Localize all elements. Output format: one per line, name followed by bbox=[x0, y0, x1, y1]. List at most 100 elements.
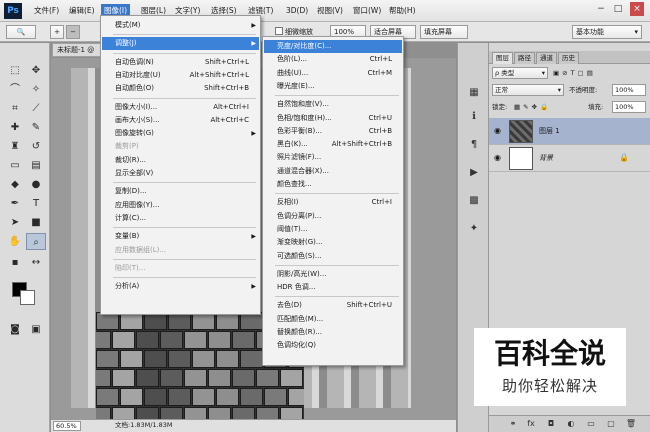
link-layers-icon[interactable]: ⚭ bbox=[507, 418, 519, 430]
menu-item[interactable]: 颜色查找... bbox=[264, 178, 402, 191]
menu-item[interactable]: 渐变映射(G)... bbox=[264, 236, 402, 249]
zoom-tool-icon[interactable]: ⌕ bbox=[26, 233, 46, 250]
dodge-tool-icon[interactable]: ● bbox=[26, 176, 46, 193]
new-layer-icon[interactable]: ▢ bbox=[605, 418, 617, 430]
menu-item[interactable]: 图像大小(I)... Alt+Ctrl+I bbox=[102, 101, 259, 114]
swap-colors-icon[interactable]: ↔ bbox=[26, 254, 46, 271]
menu-item[interactable]: 曲线(U)... Ctrl+M bbox=[264, 67, 402, 80]
menu-item[interactable]: 匹配颜色(M)... bbox=[264, 313, 402, 326]
tab-history[interactable]: 历史 bbox=[558, 52, 579, 64]
adjustment-layer-icon[interactable]: ◐ bbox=[565, 418, 577, 430]
eye-icon[interactable]: ◉ bbox=[494, 153, 501, 162]
menu-7[interactable]: 3D(D) bbox=[283, 4, 311, 18]
menu-item[interactable]: 黑白(K)... Alt+Shift+Ctrl+B bbox=[264, 138, 402, 151]
layer-kind-filter[interactable]: ρ 类型 ▾ bbox=[492, 67, 548, 79]
menu-item[interactable]: 色调均化(Q) bbox=[264, 339, 402, 352]
menu-item[interactable]: 反相(I) Ctrl+I bbox=[264, 196, 402, 209]
pen-tool-icon[interactable]: ✒ bbox=[5, 195, 25, 212]
brush-tool-icon[interactable]: ✎ bbox=[26, 119, 46, 136]
default-colors-icon[interactable]: ▪ bbox=[5, 254, 25, 271]
menu-item[interactable]: 计算(C)... bbox=[102, 212, 259, 225]
menu-item[interactable]: 亮度/对比度(C)... bbox=[264, 40, 402, 53]
menu-item[interactable]: 应用图像(Y)... bbox=[102, 199, 259, 212]
swatches-panel-icon[interactable]: ▩ bbox=[463, 191, 485, 211]
menu-item[interactable]: HDR 色调... bbox=[264, 281, 402, 294]
menu-item[interactable]: 复制(D)... bbox=[102, 185, 259, 198]
menu-item[interactable]: 照片滤镜(F)... bbox=[264, 151, 402, 164]
path-selection-tool-icon[interactable]: ➤ bbox=[5, 214, 25, 231]
menu-item[interactable]: 变量(B) ▶ bbox=[102, 230, 259, 243]
magic-wand-tool-icon[interactable]: ✧ bbox=[26, 81, 46, 98]
gradient-tool-icon[interactable]: ▤ bbox=[26, 157, 46, 174]
menu-item[interactable]: 分析(A) ▶ bbox=[102, 280, 259, 293]
marquee-tool-icon[interactable]: ⬚ bbox=[5, 62, 25, 79]
menu-item[interactable]: 裁切(R)... bbox=[102, 154, 259, 167]
menu-item[interactable]: 阴影/高光(W)... bbox=[264, 268, 402, 281]
fill-screen-button[interactable]: 填充屏幕 bbox=[420, 25, 468, 39]
layer-row-background[interactable]: ◉ 背景 🔒 bbox=[489, 145, 650, 172]
layer-row-layer1[interactable]: ◉ 图层 1 bbox=[489, 118, 650, 145]
close-button[interactable]: × bbox=[630, 2, 644, 16]
paragraph-panel-icon[interactable]: ¶ bbox=[463, 135, 485, 155]
background-color-swatch[interactable] bbox=[20, 290, 35, 305]
minimize-button[interactable]: − bbox=[594, 2, 608, 16]
screen-mode-icon[interactable]: ▣ bbox=[26, 321, 46, 338]
tab-channels[interactable]: 通道 bbox=[536, 52, 557, 64]
menu-item[interactable]: 模式(M) ▶ bbox=[102, 19, 259, 32]
menu-8[interactable]: 视图(V) bbox=[314, 4, 346, 18]
tool-preset-picker[interactable]: 🔍 bbox=[6, 25, 36, 39]
blend-mode-select[interactable]: 正常 ▾ bbox=[492, 84, 564, 96]
new-group-icon[interactable]: ▭ bbox=[585, 418, 597, 430]
opacity-input[interactable]: 100% bbox=[612, 84, 646, 96]
zoom-in-button[interactable]: + bbox=[50, 25, 64, 39]
menu-item[interactable]: 画布大小(S)... Alt+Ctrl+C bbox=[102, 114, 259, 127]
history-brush-tool-icon[interactable]: ↺ bbox=[26, 138, 46, 155]
hand-tool-icon[interactable]: ✋ bbox=[5, 233, 25, 250]
trash-icon[interactable]: 🗑 bbox=[625, 418, 637, 430]
menu-item[interactable]: 自动对比度(U) Alt+Shift+Ctrl+L bbox=[102, 69, 259, 82]
menu-item[interactable]: 调整(J) ▶ bbox=[102, 37, 259, 51]
menu-item[interactable]: 自动色调(N) Shift+Ctrl+L bbox=[102, 56, 259, 69]
type-tool-icon[interactable]: T bbox=[26, 195, 46, 212]
menu-item[interactable]: 可选颜色(S)... bbox=[264, 250, 402, 263]
blur-tool-icon[interactable]: ◆ bbox=[5, 176, 25, 193]
quick-mask-icon[interactable]: ◙ bbox=[5, 321, 25, 338]
eyedropper-tool-icon[interactable]: ⟋ bbox=[26, 100, 46, 117]
layer-style-icon[interactable]: fx bbox=[525, 418, 537, 430]
menu-item[interactable]: 显示全部(V) bbox=[102, 167, 259, 180]
workspace-switcher[interactable]: 基本功能 ▾ bbox=[572, 25, 642, 39]
styles-panel-icon[interactable]: ✦ bbox=[463, 219, 485, 239]
lock-icons[interactable]: ▦✎✥🔒 bbox=[514, 101, 551, 113]
menu-10[interactable]: 帮助(H) bbox=[386, 4, 419, 18]
menu-0[interactable]: 文件(F) bbox=[31, 4, 62, 18]
menu-item[interactable]: 自动颜色(O) Shift+Ctrl+B bbox=[102, 82, 259, 95]
layer-mask-icon[interactable]: ◘ bbox=[545, 418, 557, 430]
crop-tool-icon[interactable]: ⌗ bbox=[5, 100, 25, 117]
clone-stamp-tool-icon[interactable]: ♜ bbox=[5, 138, 25, 155]
lasso-tool-icon[interactable]: ⌒ bbox=[5, 81, 25, 98]
document-size-info[interactable]: 文档:1.83M/1.83M bbox=[115, 420, 173, 431]
history-panel-icon[interactable]: ▦ bbox=[463, 83, 485, 103]
menu-9[interactable]: 窗口(W) bbox=[350, 4, 384, 18]
menu-item[interactable]: 替换颜色(R)... bbox=[264, 326, 402, 339]
menu-item[interactable]: 色彩平衡(B)... Ctrl+B bbox=[264, 125, 402, 138]
menu-item[interactable]: 色调分离(P)... bbox=[264, 210, 402, 223]
tab-layers[interactable]: 图层 bbox=[492, 52, 513, 64]
menu-item[interactable]: 图像旋转(G) ▶ bbox=[102, 127, 259, 140]
menu-item[interactable]: 曝光度(E)... bbox=[264, 80, 402, 93]
fill-input[interactable]: 100% bbox=[612, 101, 646, 113]
brush-panel-icon[interactable]: ▶ bbox=[463, 163, 485, 183]
zoom-level-field[interactable]: 60.5% bbox=[53, 421, 81, 431]
menu-item[interactable]: 色相/饱和度(H)... Ctrl+U bbox=[264, 112, 402, 125]
filter-icons[interactable]: ▣⊘T▢▤ bbox=[553, 67, 596, 79]
properties-panel-icon[interactable]: ℹ bbox=[463, 107, 485, 127]
menu-item[interactable]: 去色(D) Shift+Ctrl+U bbox=[264, 299, 402, 312]
healing-brush-tool-icon[interactable]: ✚ bbox=[5, 119, 25, 136]
menu-item[interactable]: 通道混合器(X)... bbox=[264, 165, 402, 178]
eraser-tool-icon[interactable]: ▭ bbox=[5, 157, 25, 174]
menu-item[interactable]: 阈值(T)... bbox=[264, 223, 402, 236]
menu-item[interactable]: 自然饱和度(V)... bbox=[264, 98, 402, 111]
eye-icon[interactable]: ◉ bbox=[494, 126, 501, 135]
maximize-button[interactable]: □ bbox=[611, 2, 625, 16]
menu-item[interactable]: 色阶(L)... Ctrl+L bbox=[264, 53, 402, 66]
